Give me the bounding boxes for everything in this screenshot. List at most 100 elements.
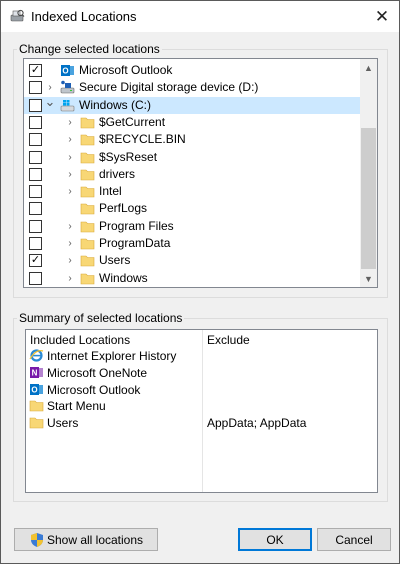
tree-item-label: $GetCurrent <box>99 114 166 129</box>
folder-icon <box>80 115 95 130</box>
tree-checkbox[interactable] <box>29 185 42 199</box>
tree-checkbox[interactable] <box>29 81 42 95</box>
expand-icon[interactable]: › <box>64 131 76 148</box>
tree-item[interactable]: › ProgramData <box>24 235 361 252</box>
indexed-locations-dialog: Indexed Locations ✕ Change selected loca… <box>0 0 400 564</box>
show-all-locations-label: Show all locations <box>46 532 144 547</box>
folder-icon <box>80 271 95 286</box>
outlook-icon: O <box>29 382 43 397</box>
expand-icon[interactable]: › <box>64 235 76 252</box>
tree-item-label: Secure Digital storage device (D:) <box>79 80 259 95</box>
onenote-icon: N <box>29 365 43 380</box>
tree-checkbox[interactable] <box>29 150 42 164</box>
summary-location-label: Microsoft OneNote <box>47 365 148 380</box>
locations-tree[interactable]: › Windows ✓ › Users › ProgramData › Program File… <box>23 58 378 288</box>
tree-item-label: ProgramData <box>99 236 171 250</box>
tree-item[interactable]: › Secure Digital storage device (D:) <box>24 79 361 96</box>
folder-icon <box>80 253 95 268</box>
expand-icon[interactable]: › <box>44 79 56 96</box>
tree-checkbox[interactable] <box>29 115 42 129</box>
tree-checkbox[interactable] <box>29 167 42 181</box>
tree-item-label: Windows <box>99 270 148 285</box>
included-locations-header: Included Locations <box>30 333 131 347</box>
folder-icon <box>29 398 44 413</box>
drive-icon <box>60 80 75 95</box>
folder-icon <box>80 219 95 234</box>
tree-item[interactable]: › $SysReset <box>24 149 361 166</box>
expand-icon[interactable]: › <box>64 218 76 235</box>
expand-icon[interactable]: › <box>64 166 76 183</box>
summary-location-label: Internet Explorer History <box>47 349 177 363</box>
expand-icon[interactable]: › <box>64 252 76 269</box>
tree-item[interactable]: › Program Files <box>24 218 361 235</box>
show-all-locations-button[interactable]: Show all locations <box>14 528 158 551</box>
expand-icon <box>64 200 76 217</box>
cancel-label: Cancel <box>335 532 373 547</box>
tree-item[interactable]: › Windows <box>24 270 361 287</box>
svg-text:O: O <box>31 385 37 394</box>
expand-icon <box>44 62 56 79</box>
expand-icon[interactable]: › <box>64 114 76 131</box>
summary-location-label: Microsoft Outlook <box>47 382 141 397</box>
folder-icon <box>80 167 95 182</box>
summary-list[interactable]: Included Locations Exclude Internet Expl… <box>25 329 378 493</box>
svg-text:N: N <box>32 368 38 377</box>
close-button[interactable]: ✕ <box>365 1 399 32</box>
tree-item[interactable]: › $RECYCLE.BIN <box>24 131 361 148</box>
tree-item[interactable]: ✓ O Microsoft Outlook <box>24 62 361 79</box>
indexing-options-icon <box>10 9 25 22</box>
folder-icon <box>80 236 95 251</box>
tree-item-label: Users <box>99 253 131 268</box>
tree-checkbox[interactable]: ✓ <box>29 254 42 268</box>
tree-checkbox[interactable] <box>29 133 42 147</box>
tree-item-label: PerfLogs <box>99 201 148 216</box>
tree-checkbox[interactable] <box>29 271 42 285</box>
folder-icon <box>80 201 95 216</box>
tree-item-label: Microsoft Outlook <box>79 63 173 77</box>
scrollbar-thumb[interactable] <box>361 128 376 269</box>
folder-icon <box>80 132 95 147</box>
expand-icon[interactable]: › <box>64 149 76 166</box>
tree-item[interactable]: › $GetCurrent <box>24 114 361 131</box>
tree-item-label: Program Files <box>99 218 174 233</box>
summary-exclude-value: AppData; AppData <box>207 416 307 431</box>
cancel-button[interactable]: Cancel <box>317 528 391 551</box>
folder-icon <box>80 184 95 199</box>
ie-icon <box>29 348 44 363</box>
tree-checkbox[interactable] <box>29 237 42 250</box>
expand-icon[interactable]: › <box>64 183 76 200</box>
folder-icon <box>80 150 95 165</box>
folder-icon <box>29 415 44 430</box>
summary-location-label: Start Menu <box>47 399 106 414</box>
ok-label: OK <box>266 532 284 547</box>
summary-label: Summary of selected locations <box>17 311 185 325</box>
tree-item-label: Intel <box>99 184 122 199</box>
tree-item[interactable]: PerfLogs <box>24 200 361 217</box>
window-title: Indexed Locations <box>31 9 137 24</box>
scroll-up-button[interactable]: ▲ <box>360 59 377 76</box>
tree-item[interactable]: ⌄ Windows (C:) <box>24 94 361 114</box>
tree-scrollbar[interactable]: ▲ ▼ <box>360 59 377 287</box>
tree-checkbox[interactable]: ✓ <box>29 64 42 77</box>
tree-item[interactable]: ✓ › Users <box>24 252 361 269</box>
close-icon: ✕ <box>374 6 390 26</box>
column-divider <box>202 330 203 492</box>
windows-drive-icon <box>60 98 75 113</box>
uac-shield-icon <box>30 532 43 547</box>
expand-icon[interactable]: › <box>64 270 76 287</box>
tree-item-label: $RECYCLE.BIN <box>99 132 186 147</box>
ok-button[interactable]: OK <box>238 528 312 551</box>
exclude-header: Exclude <box>207 333 250 347</box>
tree-item-label: Windows (C:) <box>79 97 152 112</box>
change-locations-label: Change selected locations <box>17 42 162 56</box>
scroll-down-button[interactable]: ▼ <box>360 270 377 287</box>
tree-item[interactable]: › Intel <box>24 183 361 200</box>
title-bar: Indexed Locations ✕ <box>1 1 399 32</box>
tree-item-label: $SysReset <box>99 149 158 164</box>
svg-text:O: O <box>62 67 68 76</box>
summary-location-label: Users <box>47 416 79 431</box>
tree-checkbox[interactable] <box>29 202 42 216</box>
tree-checkbox[interactable] <box>29 98 42 112</box>
tree-checkbox[interactable] <box>29 219 42 233</box>
tree-item[interactable]: › drivers <box>24 166 361 183</box>
